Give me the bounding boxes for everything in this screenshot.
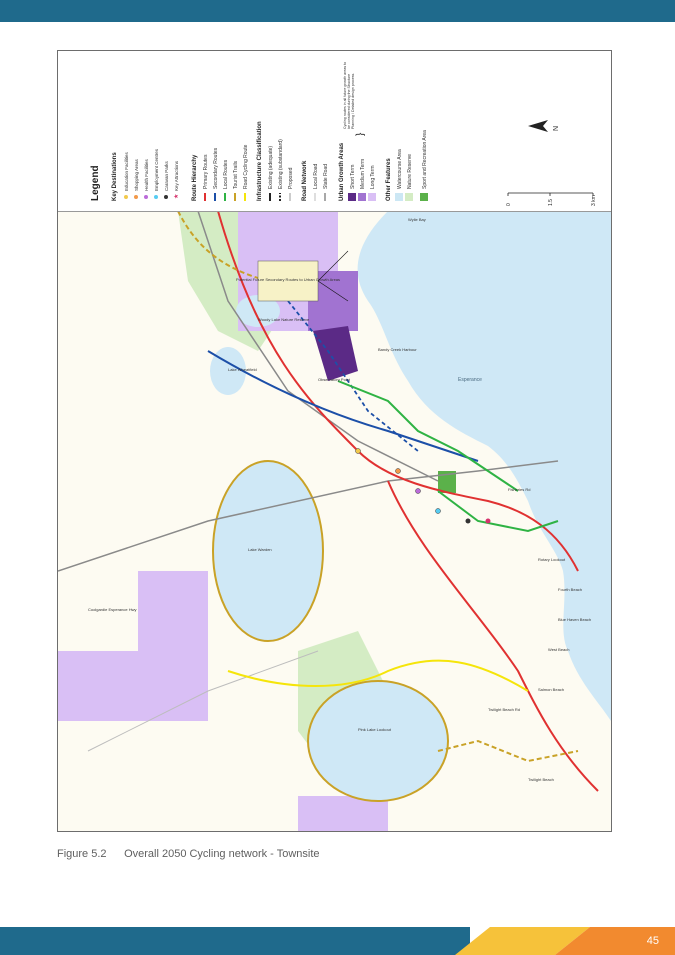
legend-tourist: Tourist Trails [233,160,239,189]
infrastructure-list: Existing (adequate) Existing (substandar… [268,139,294,201]
label-esperance: Esperance [458,377,482,383]
label-fisheries-rd: Fisheries Rd [508,487,530,492]
legend-short-term: Short Term [350,165,356,189]
legend-watercourse: Watercourse Area [397,149,403,189]
route-hierarchy-heading: Route Hierarchy [192,154,198,201]
label-west-beach: West Beach [548,647,570,652]
legend-title: Legend [90,165,101,201]
caravan-icon [164,195,168,199]
label-lake-warden: Lake Warden [248,547,272,552]
label-pink-lake: Pink Lake Lookout [358,727,392,732]
education-facility-marker [355,448,361,454]
figure-number: Figure 5.2 [57,848,107,860]
label-bandy-creek: Bandy Creek Harbour [378,347,417,352]
north-arrow-icon: N [528,120,560,132]
footer-blue-segment [0,927,470,955]
map-frame: Potential Future Secondary Routes to Urb… [57,50,612,832]
employment-icon [154,195,158,199]
road-network-list: Local Road State Road [313,163,329,201]
long-term-swatch [368,193,376,201]
legend-existing-adequate: Existing (adequate) [268,146,274,189]
other-features-list: Watercourse Area Nature Reserve Sport an… [395,130,428,201]
health-icon [144,195,148,199]
road-network-heading: Road Network [302,160,308,201]
legend-employment: Employment Centres [154,148,159,191]
label-salmon-beach: Salmon Beach [538,687,564,692]
legend-long-term: Long Term [370,165,376,189]
legend-proposed: Proposed [288,167,294,189]
label-twilight-beach-rd: Twilight Beach Rd [488,707,520,712]
urban-growth-list: Short Term Medium Term Long Term } Cycli… [343,61,376,201]
scale-tick-2: 3 km [591,195,597,206]
key-attraction-marker [485,518,491,524]
legend-local: Local Routes [223,159,229,189]
label-woody-lake: Woody Lake Nature Reserve [258,317,310,322]
label-fourth-beach: Fourth Beach [558,587,582,592]
urban-growth-heading: Urban Growth Areas [339,142,345,201]
legend-local-road: Local Road [313,163,319,189]
label-twilight-beach: Twilight Beach [528,777,554,782]
shopping-icon [134,195,138,199]
attraction-star-icon: ★ [173,194,180,199]
label-lake-wheatfield: Lake Wheatfield [228,367,257,372]
legend-sport-recreation: Sport and Recreation Area [422,130,428,189]
key-destinations-heading: Key Destinations [112,152,118,201]
figure-title: Overall 2050 Cycling network - Townsite [124,848,320,860]
legend-panel: Legend Key Destinations Education Facili… [58,51,611,212]
label-rotary-lookout: Rotary Lookout [538,557,566,562]
scale-bar: 0 1.5 3 km [506,192,597,206]
label-coolgardie-hwy: Coolgardie Esperance Hwy [88,607,136,612]
legend-nature-reserve: Nature Reserve [407,154,413,189]
infrastructure-heading: Infrastructure Classification [257,121,263,201]
short-term-swatch [348,193,356,201]
education-icon [124,195,128,199]
figure-caption: Figure 5.2 Overall 2050 Cycling network … [57,848,320,860]
growth-brace-icon: } [355,132,366,136]
top-band [0,0,675,22]
employment-centre-marker [435,508,441,514]
nature-reserve-swatch [405,193,413,201]
legend-state-road: State Road [323,164,329,189]
north-label: N [553,126,560,131]
legend-road-cycling: Road Cycling Route [243,144,249,189]
page-number: 45 [646,935,659,947]
sport-recreation-swatch [420,193,428,201]
growth-long-term-mid [138,571,208,651]
legend-secondary: Secondary Routes [213,147,219,189]
footer-band [0,927,675,955]
scale-tick-0: 0 [506,203,512,206]
callout-text: Potential Future Secondary Routes to Urb… [236,277,340,282]
legend-caravan: Caravan Parks [164,160,169,191]
legend-health: Health Facilities [144,158,149,191]
pink-lake [307,680,449,802]
medium-term-swatch [358,193,366,201]
growth-note: Cycling routes in all future growth area… [343,61,356,129]
growth-long-term-west [58,651,208,721]
caravan-park-marker [465,518,471,524]
watercourse-swatch [395,193,403,201]
legend-existing-substandard: Existing (substandard) [278,139,284,189]
label-blue-haven: Blue Haven Beach [558,617,591,622]
label-observatory: Observatory Point [318,377,351,382]
other-features-heading: Other Features [386,158,392,201]
scale-tick-1: 1.5 [548,199,554,206]
shopping-area-marker [395,468,401,474]
health-facility-marker [415,488,421,494]
legend-education: Education Facilities [124,151,129,191]
legend-svg: Legend Key Destinations Education Facili… [90,61,597,206]
label-wylie: Wylie Bay [408,217,426,222]
legend-primary: Primary Routes [203,154,209,189]
key-destinations-list: Education Facilities Shopping Areas Heal… [124,148,180,199]
legend-medium-term: Medium Term [360,159,366,189]
legend-shopping: Shopping Areas [134,158,139,191]
route-hierarchy-list: Primary Routes Secondary Routes Local Ro… [203,144,249,201]
legend-attractions: Key Attractions [174,160,179,191]
